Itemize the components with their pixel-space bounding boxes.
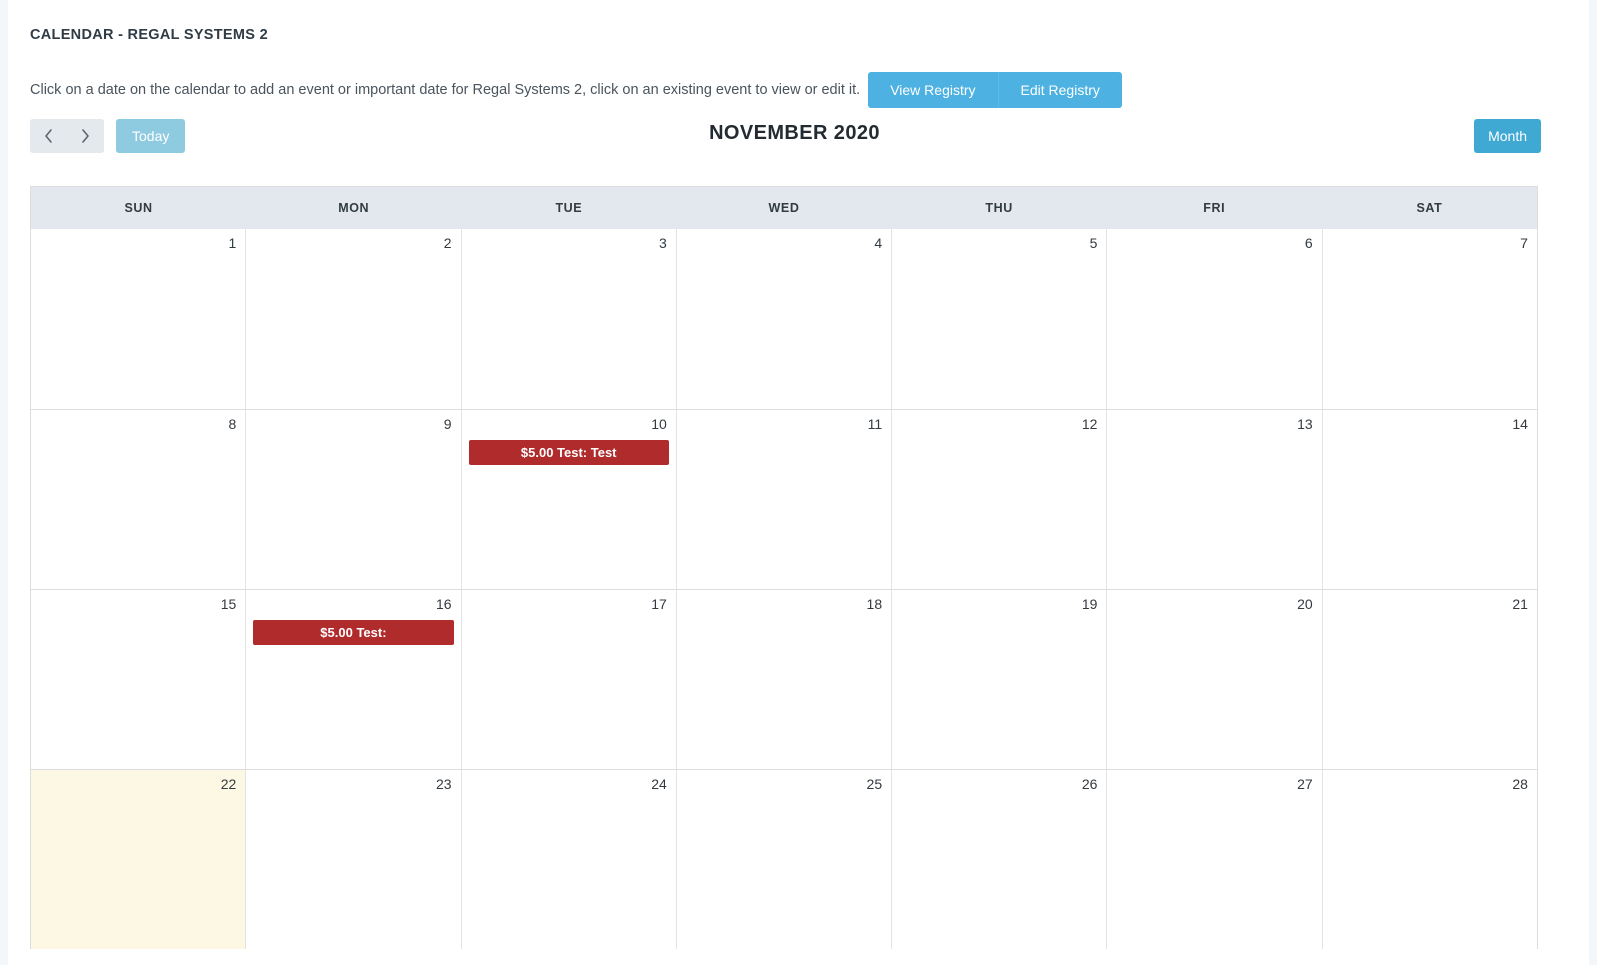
calendar-day-cell[interactable]: 8	[31, 410, 246, 589]
day-number: 20	[1297, 596, 1313, 612]
day-number: 28	[1512, 776, 1528, 792]
calendar-day-cell[interactable]: 17	[460, 590, 676, 769]
day-number: 4	[874, 235, 883, 251]
page-title: CALENDAR - REGAL SYSTEMS 2	[30, 27, 268, 43]
calendar-day-cell[interactable]: 15	[31, 590, 246, 769]
weekday-header-sat: SAT	[1416, 201, 1443, 215]
calendar-day-cell[interactable]: 1	[31, 229, 246, 409]
weekday-header-sun: SUN	[124, 201, 153, 215]
day-number: 19	[1081, 596, 1098, 612]
day-number: 23	[435, 776, 452, 792]
day-number: 27	[1297, 776, 1313, 792]
calendar-day-cell[interactable]: 20	[1106, 590, 1322, 769]
day-number: 9	[443, 416, 452, 432]
day-number: 6	[1304, 235, 1313, 251]
day-number: 24	[651, 776, 667, 792]
day-number: 14	[1512, 416, 1528, 432]
calendar-day-cell[interactable]: 22	[31, 770, 246, 949]
day-number: 10	[651, 416, 667, 432]
calendar-day-cell[interactable]: 2	[245, 229, 461, 409]
calendar-day-cell[interactable]: 28	[1321, 770, 1537, 949]
calendar-day-cell[interactable]: 21	[1321, 590, 1537, 769]
day-number: 15	[220, 596, 237, 612]
calendar-month-title: NOVEMBER 2020	[709, 122, 880, 144]
calendar-day-cell[interactable]: 6	[1106, 229, 1322, 409]
calendar-grid: SUN MON TUE WED THU FRI SAT 1 2 3 4 5 6 7 8 9 10 $5.00 T…	[30, 186, 1538, 949]
day-number: 16	[435, 596, 452, 612]
calendar-day-cell[interactable]: 13	[1106, 410, 1322, 589]
calendar-day-cell[interactable]: 3	[460, 229, 676, 409]
calendar-day-cell[interactable]: 23	[245, 770, 461, 949]
day-number: 17	[651, 596, 667, 612]
weekday-header-mon: MON	[338, 201, 370, 215]
calendar-day-cell[interactable]: 10 $5.00 Test: Test	[460, 410, 676, 589]
weekday-header-row: SUN MON TUE WED THU FRI SAT	[31, 187, 1537, 229]
day-number: 21	[1512, 596, 1528, 612]
day-number: 25	[866, 776, 883, 792]
day-number: 13	[1297, 416, 1313, 432]
registry-button-group: View Registry Edit Registry	[868, 72, 1122, 108]
day-number: 2	[443, 235, 452, 251]
day-number: 22	[220, 776, 237, 792]
calendar-toolbar: Today NOVEMBER 2020 Month	[30, 119, 1559, 155]
calendar-day-cell[interactable]: 24	[460, 770, 676, 949]
day-number: 11	[867, 416, 883, 432]
calendar-day-cell[interactable]: 5	[891, 229, 1107, 409]
calendar-day-cell[interactable]: 7	[1321, 229, 1537, 409]
calendar-weeks: 1 2 3 4 5 6 7 8 9 10 $5.00 Test: Test 11 12 13 14 15 16 $…	[31, 229, 1537, 949]
calendar-day-cell[interactable]: 27	[1106, 770, 1322, 949]
calendar-week-row: 22 23 24 25 26 27 28	[31, 769, 1537, 949]
page-background: CALENDAR - REGAL SYSTEMS 2 Click on a da…	[0, 0, 1597, 965]
calendar-day-cell[interactable]: 12	[891, 410, 1107, 589]
calendar-week-row: 15 16 $5.00 Test: 17 18 19 20 21	[31, 589, 1537, 769]
view-registry-button[interactable]: View Registry	[868, 72, 998, 108]
weekday-header-tue: TUE	[555, 201, 583, 215]
weekday-header-thu: THU	[985, 201, 1013, 215]
calendar-day-cell[interactable]: 4	[675, 229, 892, 409]
calendar-day-cell[interactable]: 14	[1321, 410, 1537, 589]
day-number: 7	[1520, 235, 1528, 251]
day-number: 18	[866, 596, 883, 612]
day-number: 8	[228, 416, 237, 432]
calendar-event[interactable]: $5.00 Test: Test	[468, 440, 669, 465]
day-number: 5	[1089, 235, 1098, 251]
calendar-day-cell[interactable]: 9	[245, 410, 461, 589]
calendar-day-cell[interactable]: 26	[891, 770, 1107, 949]
day-number: 12	[1081, 416, 1098, 432]
month-view-button[interactable]: Month	[1474, 119, 1541, 153]
calendar-week-row: 1 2 3 4 5 6 7	[31, 229, 1537, 409]
calendar-day-cell[interactable]: 16 $5.00 Test:	[245, 590, 461, 769]
calendar-event[interactable]: $5.00 Test:	[253, 620, 454, 645]
intro-row: Click on a date on the calendar to add a…	[30, 72, 1122, 108]
weekday-header-wed: WED	[768, 201, 800, 215]
day-number: 3	[659, 235, 667, 251]
edit-registry-button[interactable]: Edit Registry	[997, 72, 1122, 108]
calendar-day-cell[interactable]: 19	[891, 590, 1107, 769]
day-number: 26	[1081, 776, 1098, 792]
calendar-card: CALENDAR - REGAL SYSTEMS 2 Click on a da…	[8, 0, 1589, 965]
intro-text: Click on a date on the calendar to add a…	[30, 82, 861, 98]
calendar-day-cell[interactable]: 11	[675, 410, 892, 589]
weekday-header-fri: FRI	[1203, 201, 1226, 215]
calendar-day-cell[interactable]: 25	[675, 770, 892, 949]
calendar-week-row: 8 9 10 $5.00 Test: Test 11 12 13 14	[31, 409, 1537, 589]
calendar-day-cell[interactable]: 18	[675, 590, 892, 769]
day-number: 1	[228, 235, 237, 251]
